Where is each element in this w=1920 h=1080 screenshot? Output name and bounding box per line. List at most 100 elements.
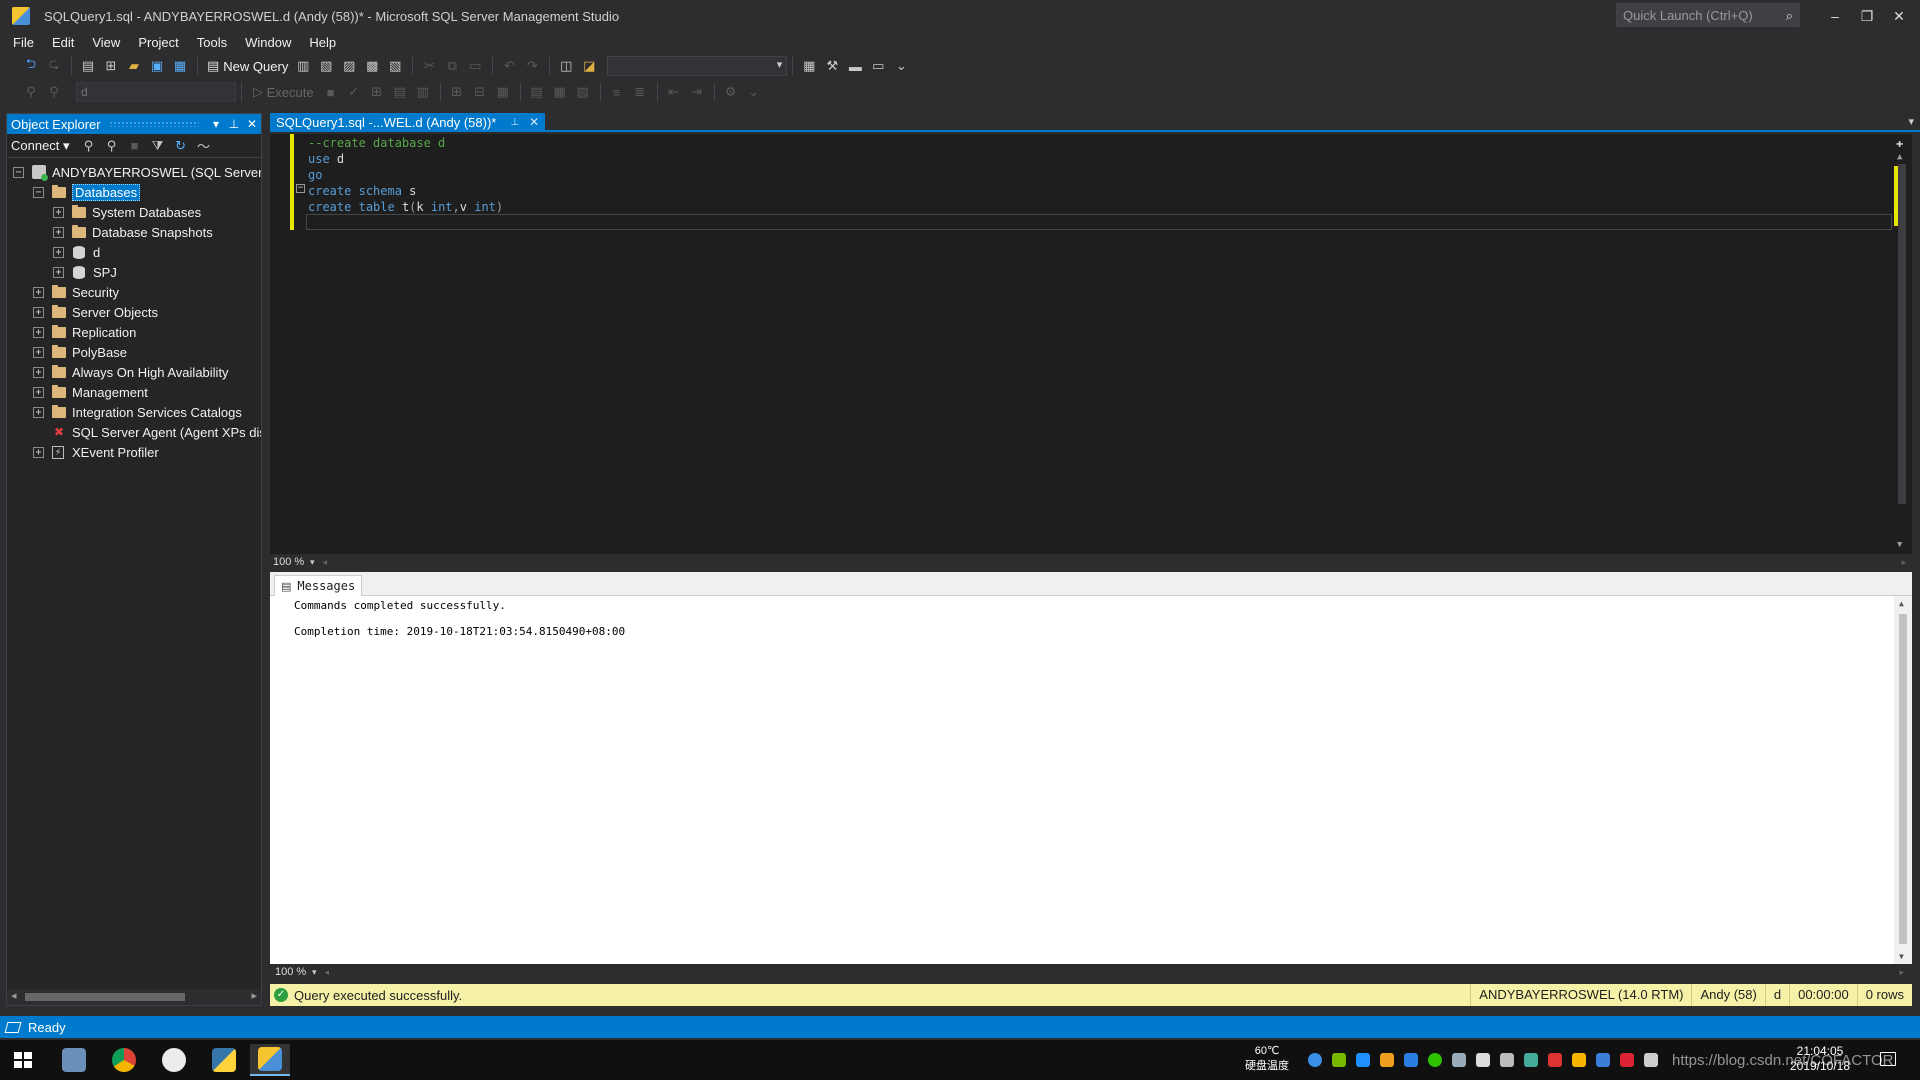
- tree-node-server[interactable]: − ANDYBAYERROSWEL (SQL Server 14: [13, 162, 261, 182]
- collapse-icon[interactable]: −: [13, 166, 24, 178]
- expand-icon[interactable]: +: [33, 366, 44, 378]
- expand-icon[interactable]: +: [53, 266, 64, 278]
- drag-grip[interactable]: [108, 121, 199, 127]
- disk-temperature-widget[interactable]: 60℃ 硬盘温度: [1240, 1044, 1294, 1074]
- window-position-icon[interactable]: ▾: [207, 117, 225, 131]
- tray-app-icon[interactable]: [1620, 1053, 1634, 1067]
- wrench-icon[interactable]: ⚒: [821, 56, 843, 76]
- expand-icon[interactable]: +: [33, 346, 44, 358]
- tree-node-database-snapshots[interactable]: + Database Snapshots: [53, 222, 213, 242]
- taskbar-file-explorer[interactable]: [54, 1044, 94, 1076]
- open-file-icon[interactable]: ▰: [123, 56, 145, 76]
- editor-vertical-scrollbar[interactable]: ✚ ▲ ▼: [1892, 134, 1912, 554]
- tree-node-replication[interactable]: + Replication: [33, 322, 136, 342]
- bluetooth-icon[interactable]: [1404, 1053, 1418, 1067]
- collapse-icon[interactable]: −: [33, 186, 44, 198]
- expand-icon[interactable]: +: [33, 286, 44, 298]
- menu-file[interactable]: File: [4, 35, 43, 50]
- save-icon[interactable]: ▣: [146, 56, 168, 76]
- collapse-region-icon[interactable]: −: [296, 184, 305, 193]
- add-item-icon[interactable]: ⊞: [100, 56, 122, 76]
- uncomment-icon[interactable]: ≣: [629, 82, 651, 102]
- keyboard-icon[interactable]: [1644, 1053, 1658, 1067]
- scroll-right-icon[interactable]: ▸: [251, 989, 257, 1002]
- stop-icon[interactable]: ■: [124, 136, 146, 156]
- results-to-file-icon[interactable]: ▧: [572, 82, 594, 102]
- expand-icon[interactable]: +: [33, 306, 44, 318]
- tree-node-server-objects[interactable]: + Server Objects: [33, 302, 158, 322]
- tree-node-xevent-profiler[interactable]: + ⚡ XEvent Profiler: [33, 442, 159, 462]
- disconnect-icon[interactable]: ⚲: [101, 136, 123, 156]
- taskbar-wechat[interactable]: [154, 1044, 194, 1076]
- split-editor-icon[interactable]: ✚: [1896, 136, 1903, 150]
- pin-icon[interactable]: ⊥: [225, 117, 243, 131]
- database-engine-query-icon[interactable]: ▥: [292, 56, 314, 76]
- taskbar-ssms[interactable]: [250, 1044, 290, 1076]
- expand-icon[interactable]: +: [53, 226, 64, 238]
- toolbar-options-icon[interactable]: ⌄: [743, 82, 765, 102]
- menu-help[interactable]: Help: [300, 35, 345, 50]
- ssms-app-icon[interactable]: [12, 7, 30, 25]
- estimated-plan-icon[interactable]: ⊞: [366, 82, 388, 102]
- tab-overflow-icon[interactable]: ▾: [1908, 115, 1914, 128]
- expand-icon[interactable]: +: [33, 326, 44, 338]
- live-query-stats-icon[interactable]: ⊟: [469, 82, 491, 102]
- scroll-down-icon[interactable]: ▼: [1899, 952, 1904, 961]
- scroll-left-icon[interactable]: ◂: [323, 557, 328, 568]
- tree-node-databases[interactable]: − Databases: [33, 182, 141, 202]
- save-all-icon[interactable]: ▦: [169, 56, 191, 76]
- cloud-icon[interactable]: [1356, 1053, 1370, 1067]
- client-statistics-icon[interactable]: ▦: [492, 82, 514, 102]
- chevron-down-icon[interactable]: ▾: [310, 557, 315, 568]
- tray-app-icon[interactable]: [1524, 1053, 1538, 1067]
- connect-button[interactable]: Connect ▾: [11, 138, 70, 154]
- execute-button[interactable]: ▷ Execute: [247, 84, 320, 100]
- tab-sqlquery1[interactable]: SQLQuery1.sql -...WEL.d (Andy (58))* ⊥ ✕: [270, 113, 546, 131]
- menu-tools[interactable]: Tools: [188, 35, 236, 50]
- decrease-indent-icon[interactable]: ⇤: [663, 82, 685, 102]
- restore-button[interactable]: ❐: [1852, 4, 1882, 28]
- scrollbar-thumb[interactable]: [25, 993, 185, 1001]
- cancel-query-icon[interactable]: ■: [320, 82, 342, 102]
- taskbar-python[interactable]: [204, 1044, 244, 1076]
- menu-project[interactable]: Project: [129, 35, 187, 50]
- new-query-button[interactable]: ▤ New Query: [203, 56, 292, 76]
- system-clock[interactable]: 21:04:05 2019/10/18: [1780, 1044, 1860, 1074]
- editor-zoom-level[interactable]: 100 %: [270, 556, 310, 568]
- expand-icon[interactable]: +: [53, 246, 64, 258]
- tree-node-db-spj[interactable]: + SPJ: [53, 262, 117, 282]
- intellisense-icon[interactable]: ▥: [412, 82, 434, 102]
- include-actual-plan-icon[interactable]: ⊞: [446, 82, 468, 102]
- xmla-query-icon[interactable]: ▩: [361, 56, 383, 76]
- mdx-query-icon[interactable]: ▧: [315, 56, 337, 76]
- horizontal-scrollbar[interactable]: ◂ ▸: [7, 989, 261, 1005]
- nvidia-icon[interactable]: [1332, 1053, 1346, 1067]
- scroll-left-icon[interactable]: ◂: [11, 989, 17, 1002]
- tray-app-icon[interactable]: [1548, 1053, 1562, 1067]
- expand-icon[interactable]: +: [33, 386, 44, 398]
- paste-icon[interactable]: ▭: [464, 56, 486, 76]
- tree-node-management[interactable]: + Management: [33, 382, 148, 402]
- results-to-text-icon[interactable]: ▤: [526, 82, 548, 102]
- tree-node-sql-agent[interactable]: ✖ SQL Server Agent (Agent XPs dis: [52, 422, 261, 442]
- close-icon[interactable]: ✕: [243, 117, 261, 131]
- tree-node-db-d[interactable]: + d: [53, 242, 100, 262]
- properties-window-icon[interactable]: ▦: [798, 56, 820, 76]
- scrollbar-track[interactable]: [1898, 164, 1906, 504]
- pin-tab-icon[interactable]: ⊥: [510, 117, 519, 128]
- shield-icon[interactable]: [1572, 1053, 1586, 1067]
- menu-window[interactable]: Window: [236, 35, 300, 50]
- tree-node-polybase[interactable]: + PolyBase: [33, 342, 127, 362]
- window-layout-icon[interactable]: ▭: [867, 56, 889, 76]
- close-tab-icon[interactable]: ✕: [529, 115, 539, 129]
- dax-query-icon[interactable]: ▧: [384, 56, 406, 76]
- connect-icon[interactable]: ⚲: [20, 82, 42, 102]
- expand-icon[interactable]: +: [53, 206, 64, 218]
- scroll-left-icon[interactable]: ◂: [325, 967, 330, 978]
- toolbox-icon[interactable]: ▬: [844, 56, 866, 76]
- scrollbar-thumb[interactable]: [1899, 614, 1907, 944]
- redo-icon[interactable]: ↷: [521, 56, 543, 76]
- available-databases-dropdown[interactable]: d: [76, 82, 236, 102]
- usb-icon[interactable]: [1500, 1053, 1514, 1067]
- minimize-button[interactable]: –: [1820, 4, 1850, 28]
